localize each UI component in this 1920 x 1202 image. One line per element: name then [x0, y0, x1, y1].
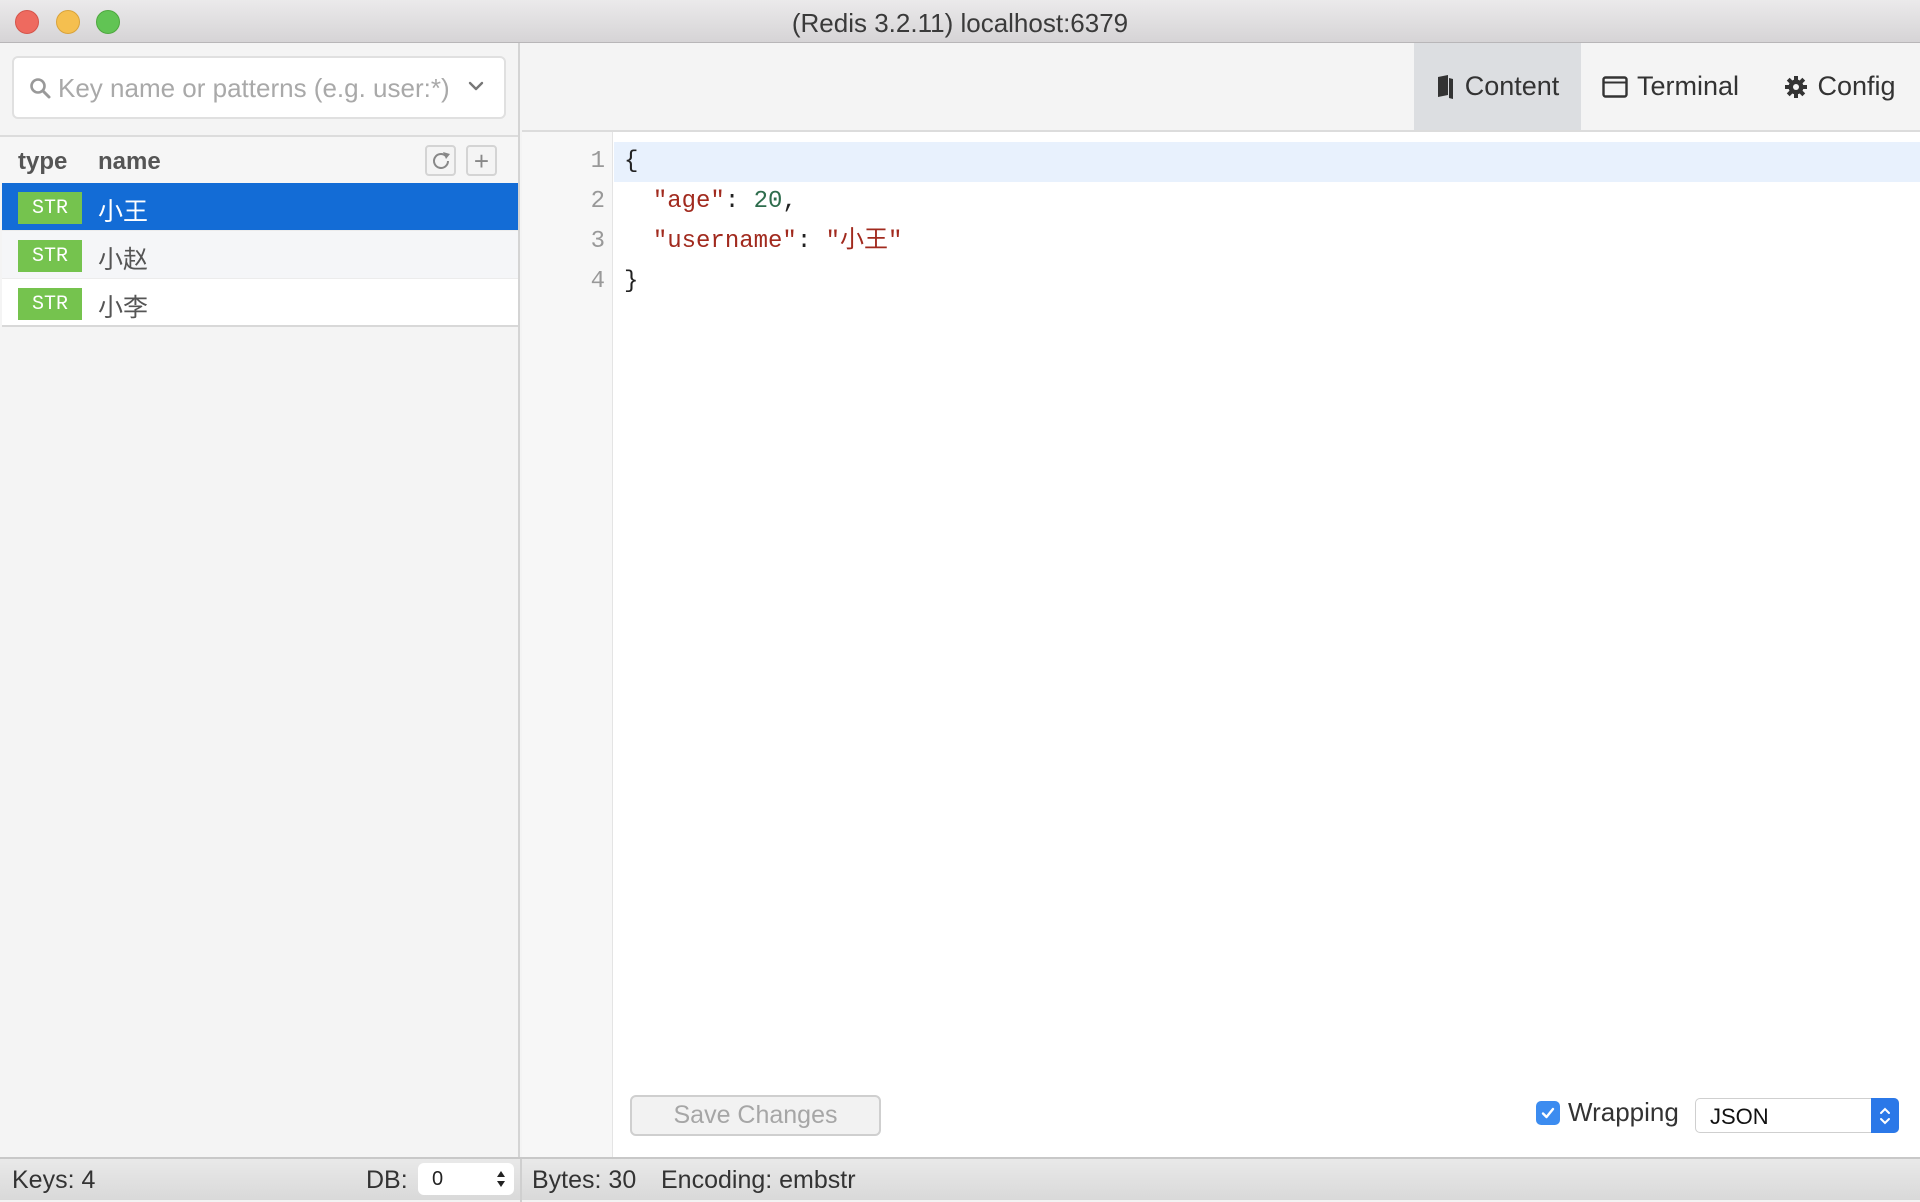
- key-row[interactable]: STR 小李: [2, 279, 518, 327]
- key-list: STR 小王 STR 小赵 STR 小李: [2, 183, 518, 327]
- plus-icon: +: [473, 145, 490, 176]
- gear-icon: [1785, 75, 1808, 98]
- tab-content[interactable]: Content: [1414, 43, 1581, 130]
- key-name: 小李: [98, 293, 149, 322]
- code-text: {: [624, 148, 639, 175]
- type-badge: STR: [18, 288, 82, 320]
- window-title: (Redis 3.2.11) localhost:6379: [791, 8, 1129, 38]
- add-key-button[interactable]: +: [466, 145, 497, 176]
- tab-config-label: Config: [1817, 71, 1896, 101]
- json-separator: :: [796, 228, 826, 255]
- book-icon: [1437, 74, 1453, 99]
- title-bar: (Redis 3.2.11) localhost:6379: [0, 0, 1920, 43]
- db-stepper[interactable]: 0: [418, 1163, 514, 1195]
- column-header-type: type: [18, 148, 68, 175]
- value-editor[interactable]: 1 { 2 "age": 20, 3 "username": "小王" 4 } …: [522, 132, 1920, 1157]
- format-select-value: JSON: [1710, 1104, 1769, 1129]
- key-search-box[interactable]: [12, 56, 506, 119]
- line-number: 1: [590, 148, 605, 175]
- bytes-size: Bytes: 30: [532, 1166, 637, 1194]
- json-number: 20: [753, 188, 783, 215]
- chevron-down-icon[interactable]: [466, 76, 486, 96]
- tab-bar: Content Terminal Config: [522, 43, 1920, 132]
- code-line[interactable]: 4 }: [522, 262, 1920, 302]
- save-changes-button[interactable]: Save Changes: [630, 1095, 881, 1136]
- keys-count: Keys: 4: [12, 1166, 96, 1194]
- json-key: "username": [652, 228, 797, 255]
- type-badge: STR: [18, 240, 82, 272]
- column-header-name: name: [98, 148, 161, 175]
- wrapping-toggle[interactable]: Wrapping: [1536, 1097, 1679, 1128]
- value-panel: Content Terminal Config 1 {2 "age": 20,…: [522, 43, 1920, 1157]
- key-row[interactable]: STR 小王: [2, 183, 518, 231]
- line-number: 2: [590, 188, 605, 215]
- key-name: 小赵: [98, 245, 149, 274]
- encoding-info: Encoding: embstr: [661, 1166, 856, 1194]
- status-bar: Keys: 4 DB: 0 Bytes: 30 Encoding: embstr: [0, 1157, 1920, 1202]
- line-number: 3: [590, 228, 605, 255]
- wrapping-label: Wrapping: [1568, 1097, 1679, 1127]
- code-text: "age": 20,: [624, 182, 797, 222]
- wrapping-checkbox[interactable]: [1536, 1100, 1560, 1125]
- tab-terminal-label: Terminal: [1636, 71, 1740, 101]
- key-search-input[interactable]: [58, 68, 458, 108]
- tab-config[interactable]: Config: [1760, 43, 1920, 130]
- key-name: 小王: [98, 197, 149, 226]
- code-lines: 1 { 2 "age": 20, 3 "username": "小王" 4 }: [522, 142, 1920, 302]
- json-separator: :: [724, 188, 754, 215]
- window-icon: [1602, 75, 1628, 98]
- tab-terminal[interactable]: Terminal: [1581, 43, 1760, 130]
- code-line[interactable]: 1 {: [591, 142, 1920, 182]
- app-window: (Redis 3.2.11) localhost:6379 type name: [0, 0, 1920, 1202]
- code-text: "username": "小王": [624, 222, 903, 262]
- select-arrows-icon: [1871, 1098, 1899, 1133]
- key-browser-panel: type name + STR 小王 STR 小赵 STR: [0, 43, 520, 1157]
- code-line[interactable]: 2 "age": 20,: [522, 182, 1920, 222]
- checkmark-icon: [1541, 1107, 1555, 1118]
- code-line[interactable]: 3 "username": "小王": [522, 222, 1920, 262]
- code-text: }: [624, 268, 639, 295]
- key-list-header: type name +: [0, 135, 518, 183]
- refresh-keys-button[interactable]: [425, 145, 456, 176]
- key-row[interactable]: STR 小赵: [2, 231, 518, 279]
- json-string: "小王": [825, 228, 903, 255]
- json-comma: ,: [782, 188, 797, 215]
- json-key: "age": [652, 188, 725, 215]
- type-badge: STR: [18, 192, 82, 224]
- tab-content-label: Content: [1464, 71, 1560, 101]
- status-divider: [520, 1159, 522, 1202]
- stepper-arrows-icon[interactable]: [496, 1169, 506, 1189]
- search-icon: [30, 78, 51, 99]
- db-value: 0: [432, 1168, 444, 1190]
- format-select[interactable]: JSON: [1695, 1098, 1899, 1133]
- refresh-icon: [432, 151, 450, 169]
- line-number: 4: [590, 268, 605, 295]
- db-label: DB:: [366, 1166, 408, 1194]
